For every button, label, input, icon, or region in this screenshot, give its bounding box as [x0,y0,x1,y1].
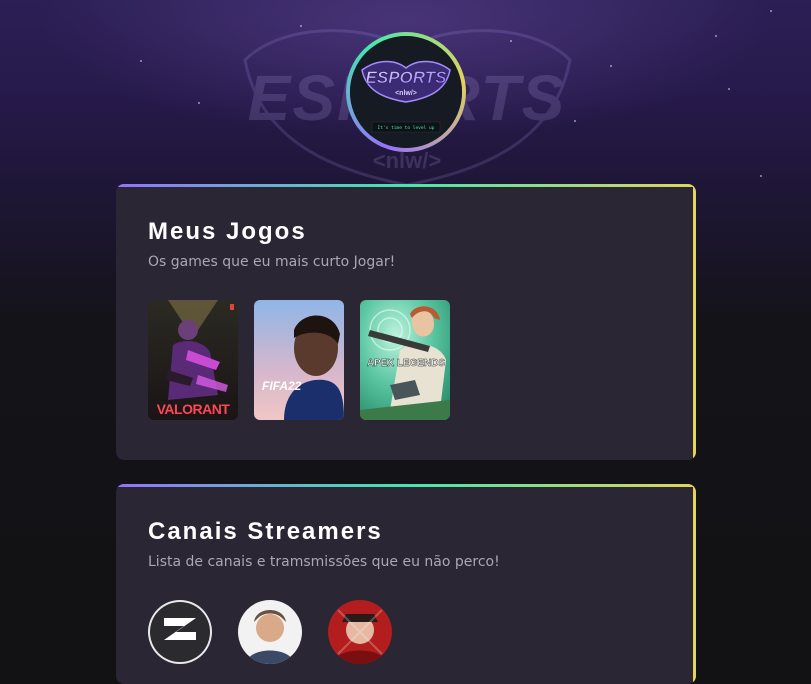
apex-cover-icon: APEX LEGENDS [360,300,450,420]
valorant-cover-label: VALORANT [157,401,231,417]
games-card: Meus Jogos Os games que eu mais curto Jo… [116,184,696,460]
streamer-red-avatar-icon [328,600,392,664]
streamer-avatar-2[interactable] [238,600,302,664]
star [574,120,576,122]
game-cover-apex[interactable]: APEX LEGENDS [360,300,450,420]
avatar-logo-subtext: <nlw/> [395,90,417,97]
star [728,88,730,90]
games-list: VALORANT FIFA22 APEX LEGENDS [148,300,450,420]
star [760,175,762,177]
apex-cover-label: APEX LEGENDS [367,358,446,369]
streamers-card: Canais Streamers Lista de canais e trams… [116,484,696,684]
streamers-subtitle: Lista de canais e tramsmissões que eu nã… [148,554,500,570]
avatar-logo: ESPORTS <nlw/> It's time to level up [350,36,462,148]
fifa22-cover-label: FIFA22 [262,379,302,393]
fifa22-cover-icon: FIFA22 [254,300,344,420]
streamers-title: Canais Streamers [148,518,383,545]
streamer-person-avatar-icon [238,600,302,664]
star [610,65,612,67]
avatar-logo-text: ESPORTS [366,68,448,87]
avatar-tagline: It's time to level up [378,125,435,131]
games-title: Meus Jogos [148,218,307,245]
game-cover-valorant[interactable]: VALORANT [148,300,238,420]
star [198,102,200,104]
valorant-cover-icon: VALORANT [148,300,238,420]
star [770,10,772,12]
star [300,25,302,27]
esports-logo-icon: ESPORTS <nlw/> It's time to level up [350,36,462,148]
streamer-avatar-1[interactable] [148,600,212,664]
game-cover-fifa22[interactable]: FIFA22 [254,300,344,420]
streamers-list [148,600,392,664]
streamer-logo-avatar-icon [148,600,212,664]
star [140,60,142,62]
profile-avatar: ESPORTS <nlw/> It's time to level up [346,32,466,152]
games-subtitle: Os games que eu mais curto Jogar! [148,254,396,270]
star [715,35,717,37]
star [510,40,512,42]
streamer-avatar-3[interactable] [328,600,392,664]
